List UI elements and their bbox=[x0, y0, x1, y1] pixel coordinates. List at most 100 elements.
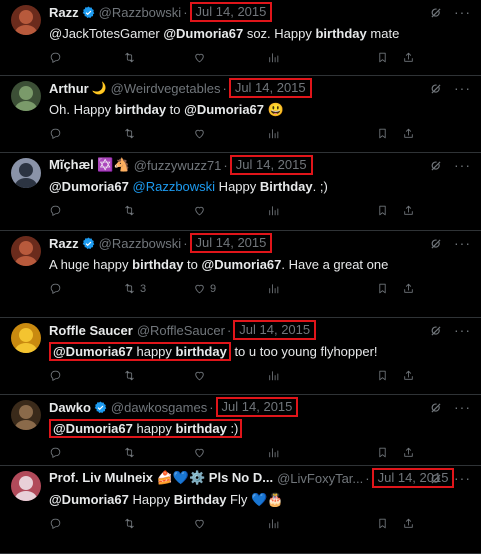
more-options-icon[interactable]: ··· bbox=[454, 235, 471, 251]
share-button[interactable] bbox=[402, 51, 415, 64]
tweet-date[interactable]: Jul 14, 2015 bbox=[189, 2, 273, 22]
tweet[interactable]: ··· Razz @Razzbowski · Jul 14, 2015 A hu… bbox=[0, 231, 481, 318]
bookmark-button[interactable] bbox=[376, 282, 389, 295]
display-name[interactable]: Prof. Liv Mulneix 🍰💙⚙️ Pls No D... bbox=[49, 470, 273, 486]
like-button[interactable] bbox=[193, 446, 206, 459]
share-button[interactable] bbox=[402, 517, 415, 530]
share-button[interactable] bbox=[402, 127, 415, 140]
like-button[interactable]: 9 bbox=[193, 282, 216, 295]
reply-button[interactable] bbox=[49, 446, 62, 459]
views-button[interactable] bbox=[267, 51, 280, 64]
tweet[interactable]: ··· Dawko @dawkosgames · Jul 14, 2015 @D… bbox=[0, 395, 481, 466]
user-handle[interactable]: @fuzzywuzz71 bbox=[134, 158, 222, 173]
mention-link[interactable]: @Razzbowski bbox=[133, 179, 216, 194]
tweet[interactable]: ··· Roffle Saucer @RoffleSaucer · Jul 14… bbox=[0, 318, 481, 395]
avatar[interactable] bbox=[11, 471, 41, 501]
like-button[interactable] bbox=[193, 127, 206, 140]
avatar[interactable] bbox=[11, 400, 41, 430]
more-options-icon[interactable]: ··· bbox=[454, 157, 471, 173]
tweet-text-segment: Birthday bbox=[173, 492, 227, 507]
bookmark-button[interactable] bbox=[376, 51, 389, 64]
bookmark-button[interactable] bbox=[376, 446, 389, 459]
grok-icon[interactable] bbox=[429, 324, 443, 338]
avatar[interactable] bbox=[11, 323, 41, 353]
user-handle[interactable]: @LivFoxyTar... bbox=[277, 471, 363, 486]
avatar[interactable] bbox=[11, 236, 41, 266]
tweet-date[interactable]: Jul 14, 2015 bbox=[233, 320, 317, 340]
reply-button[interactable] bbox=[49, 517, 62, 530]
more-options-icon[interactable]: ··· bbox=[454, 470, 471, 486]
reply-button[interactable] bbox=[49, 282, 62, 295]
more-options-icon[interactable]: ··· bbox=[454, 399, 471, 415]
bookmark-button[interactable] bbox=[376, 517, 389, 530]
tweet-text-segment: birthday bbox=[315, 26, 367, 41]
avatar[interactable] bbox=[11, 81, 41, 111]
display-name[interactable]: Razz bbox=[49, 5, 79, 20]
user-handle[interactable]: @RoffleSaucer bbox=[137, 323, 225, 338]
views-button[interactable] bbox=[267, 446, 280, 459]
avatar[interactable] bbox=[11, 158, 41, 188]
tweet[interactable]: ··· Mĩçhæl ✡️🐴 @fuzzywuzz71 · Jul 14, 20… bbox=[0, 153, 481, 231]
tweet[interactable]: ··· Arthur 🌙 @Weirdvegetables · Jul 14, … bbox=[0, 76, 481, 153]
retweet-icon bbox=[123, 369, 136, 382]
display-name[interactable]: Mĩçhæl ✡️🐴 bbox=[49, 157, 130, 173]
tweet-date[interactable]: Jul 14, 2015 bbox=[228, 78, 312, 98]
reply-button[interactable] bbox=[49, 369, 62, 382]
tweet-text-segment: @Dumoria67 bbox=[49, 179, 129, 194]
views-button[interactable] bbox=[267, 517, 280, 530]
views-button[interactable] bbox=[267, 369, 280, 382]
tweet-date[interactable]: Jul 14, 2015 bbox=[229, 155, 313, 175]
tweet-text-segment: Happy bbox=[128, 492, 174, 507]
display-name[interactable]: Razz bbox=[49, 236, 79, 251]
share-button[interactable] bbox=[402, 369, 415, 382]
grok-icon[interactable] bbox=[429, 159, 443, 173]
grok-icon[interactable] bbox=[429, 237, 443, 251]
reply-button[interactable] bbox=[49, 127, 62, 140]
like-button[interactable] bbox=[193, 51, 206, 64]
views-button[interactable] bbox=[267, 127, 280, 140]
like-icon bbox=[193, 51, 206, 64]
views-button[interactable] bbox=[267, 282, 280, 295]
avatar[interactable] bbox=[11, 5, 41, 35]
retweet-button[interactable] bbox=[123, 51, 136, 64]
retweet-button[interactable] bbox=[123, 446, 136, 459]
grok-icon[interactable] bbox=[429, 401, 443, 415]
grok-icon[interactable] bbox=[429, 472, 443, 486]
display-name[interactable]: Arthur bbox=[49, 81, 89, 96]
retweet-button[interactable] bbox=[123, 204, 136, 217]
user-handle[interactable]: @Razzbowski bbox=[99, 236, 182, 251]
bookmark-button[interactable] bbox=[376, 127, 389, 140]
like-button[interactable] bbox=[193, 369, 206, 382]
user-handle[interactable]: @dawkosgames bbox=[111, 400, 207, 415]
tweet-actions bbox=[49, 197, 471, 225]
like-button[interactable] bbox=[193, 204, 206, 217]
user-handle[interactable]: @Razzbowski bbox=[99, 5, 182, 20]
retweet-button[interactable] bbox=[123, 517, 136, 530]
grok-icon[interactable] bbox=[429, 82, 443, 96]
share-button[interactable] bbox=[402, 446, 415, 459]
more-options-icon[interactable]: ··· bbox=[454, 322, 471, 338]
retweet-button[interactable] bbox=[123, 369, 136, 382]
share-button[interactable] bbox=[402, 282, 415, 295]
more-options-icon[interactable]: ··· bbox=[454, 4, 471, 20]
display-name[interactable]: Roffle Saucer bbox=[49, 323, 133, 338]
bookmark-button[interactable] bbox=[376, 369, 389, 382]
highlighted-text: @Dumoria67 happy birthday :) bbox=[49, 419, 243, 438]
tweet-text: @Dumoria67 happy birthday :) bbox=[49, 419, 471, 438]
reply-button[interactable] bbox=[49, 204, 62, 217]
reply-button[interactable] bbox=[49, 51, 62, 64]
grok-icon[interactable] bbox=[429, 6, 443, 20]
like-button[interactable] bbox=[193, 517, 206, 530]
tweet-date[interactable]: Jul 14, 2015 bbox=[189, 233, 273, 253]
tweet[interactable]: ··· Razz @Razzbowski · Jul 14, 2015 @Jac… bbox=[0, 0, 481, 76]
retweet-button[interactable] bbox=[123, 127, 136, 140]
tweet-date[interactable]: Jul 14, 2015 bbox=[215, 397, 299, 417]
views-button[interactable] bbox=[267, 204, 280, 217]
bookmark-button[interactable] bbox=[376, 204, 389, 217]
more-options-icon[interactable]: ··· bbox=[454, 80, 471, 96]
share-button[interactable] bbox=[402, 204, 415, 217]
user-handle[interactable]: @Weirdvegetables bbox=[111, 81, 221, 96]
display-name[interactable]: Dawko bbox=[49, 400, 91, 415]
retweet-button[interactable]: 3 bbox=[123, 282, 146, 295]
tweet[interactable]: ··· Prof. Liv Mulneix 🍰💙⚙️ Pls No D... @… bbox=[0, 466, 481, 554]
